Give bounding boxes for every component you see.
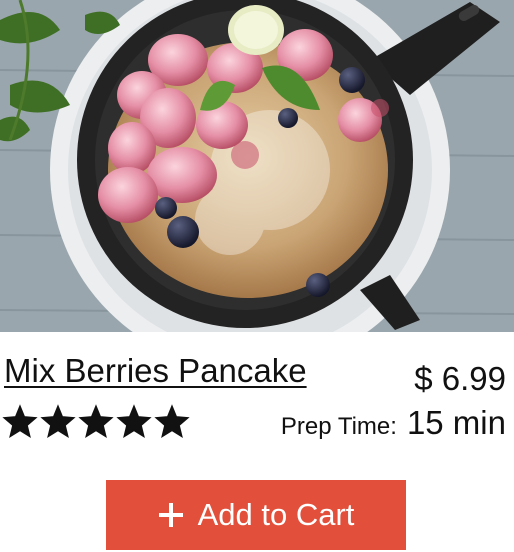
prep-time-label: Prep Time:: [280, 413, 397, 440]
star-icon: [116, 404, 152, 438]
add-to-cart-button[interactable]: Add to Cart: [106, 480, 406, 550]
plus-icon: [158, 503, 183, 527]
add-to-cart-label: Add to Cart: [197, 497, 355, 532]
star-icon: [2, 404, 38, 438]
prep-time: Prep Time: 15 min: [281, 404, 506, 442]
rating-stars: [2, 404, 190, 440]
product-image: [0, 0, 514, 332]
star-icon: [40, 404, 76, 438]
product-price: $ 6.99: [414, 360, 506, 397]
star-icon: [154, 404, 190, 438]
product-title[interactable]: Mix Berries Pancake: [4, 352, 307, 390]
star-icon: [78, 404, 114, 438]
prep-time-value: 15 min: [406, 404, 506, 441]
